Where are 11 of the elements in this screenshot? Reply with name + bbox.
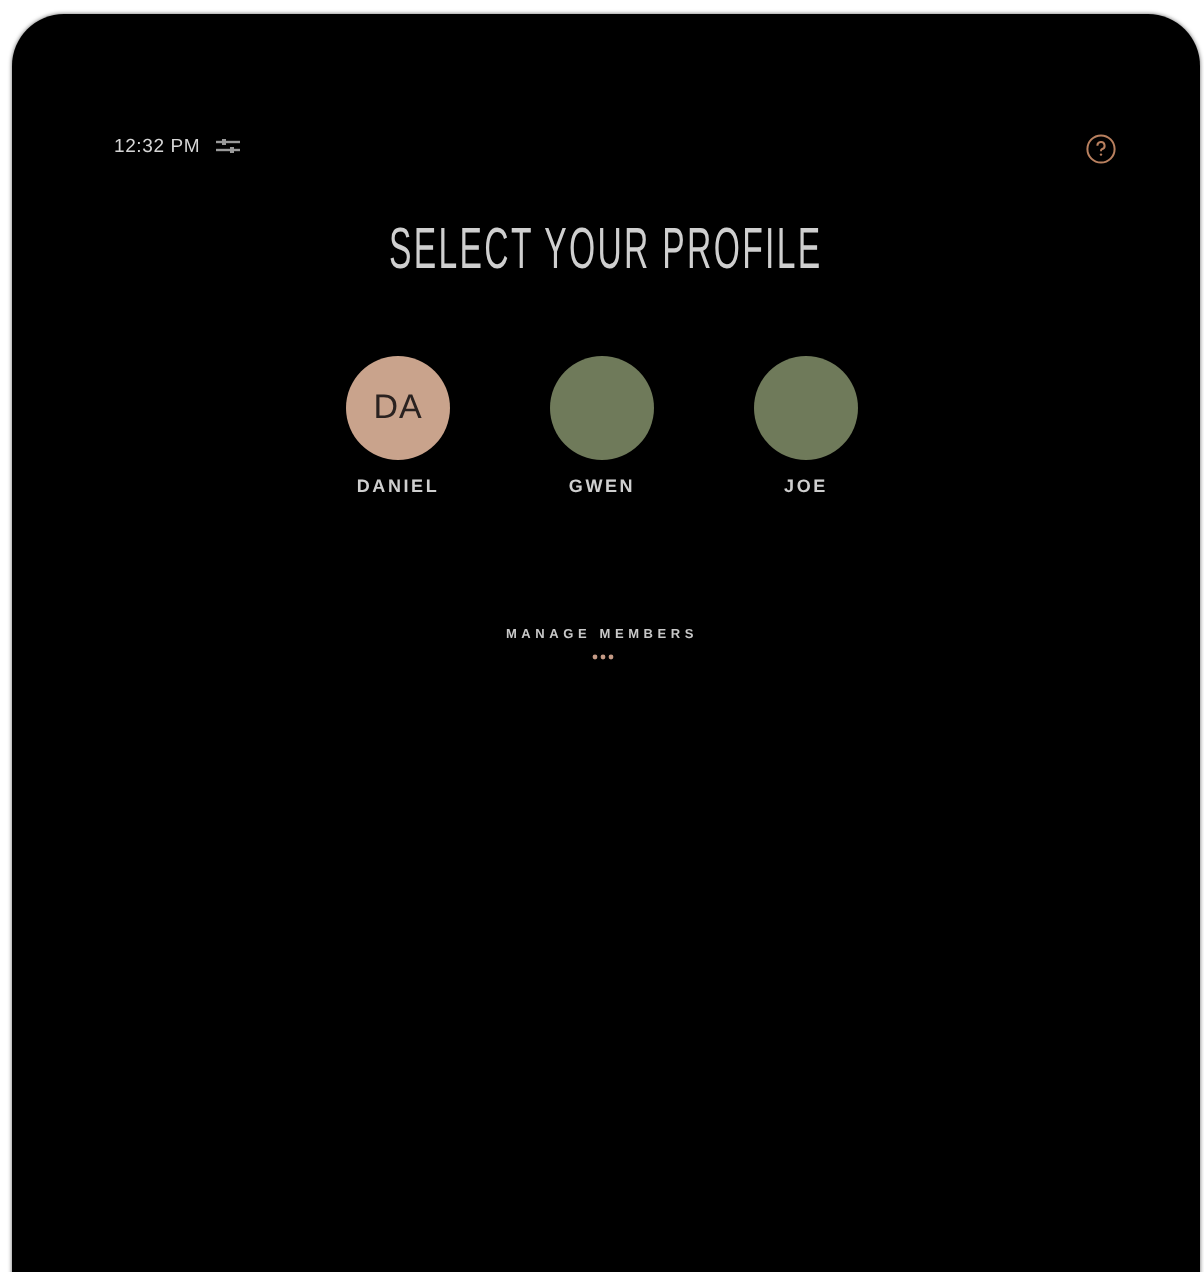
- profile-name[interactable]: DANIEL: [356, 476, 440, 496]
- page-title: SELECT YOUR PROFILE: [389, 218, 823, 286]
- help-icon[interactable]: [1086, 133, 1116, 163]
- status-time: 12:32 PM: [114, 135, 201, 157]
- photo-placeholder[interactable]: [754, 356, 858, 460]
- profile-name[interactable]: GWEN: [568, 476, 636, 496]
- more-dots-icon[interactable]: [591, 654, 613, 660]
- initials-avatar[interactable]: DA: [346, 356, 450, 460]
- profile-name[interactable]: JOE: [784, 476, 828, 496]
- sliders-icon[interactable]: [216, 138, 241, 154]
- photo-placeholder[interactable]: [550, 356, 654, 460]
